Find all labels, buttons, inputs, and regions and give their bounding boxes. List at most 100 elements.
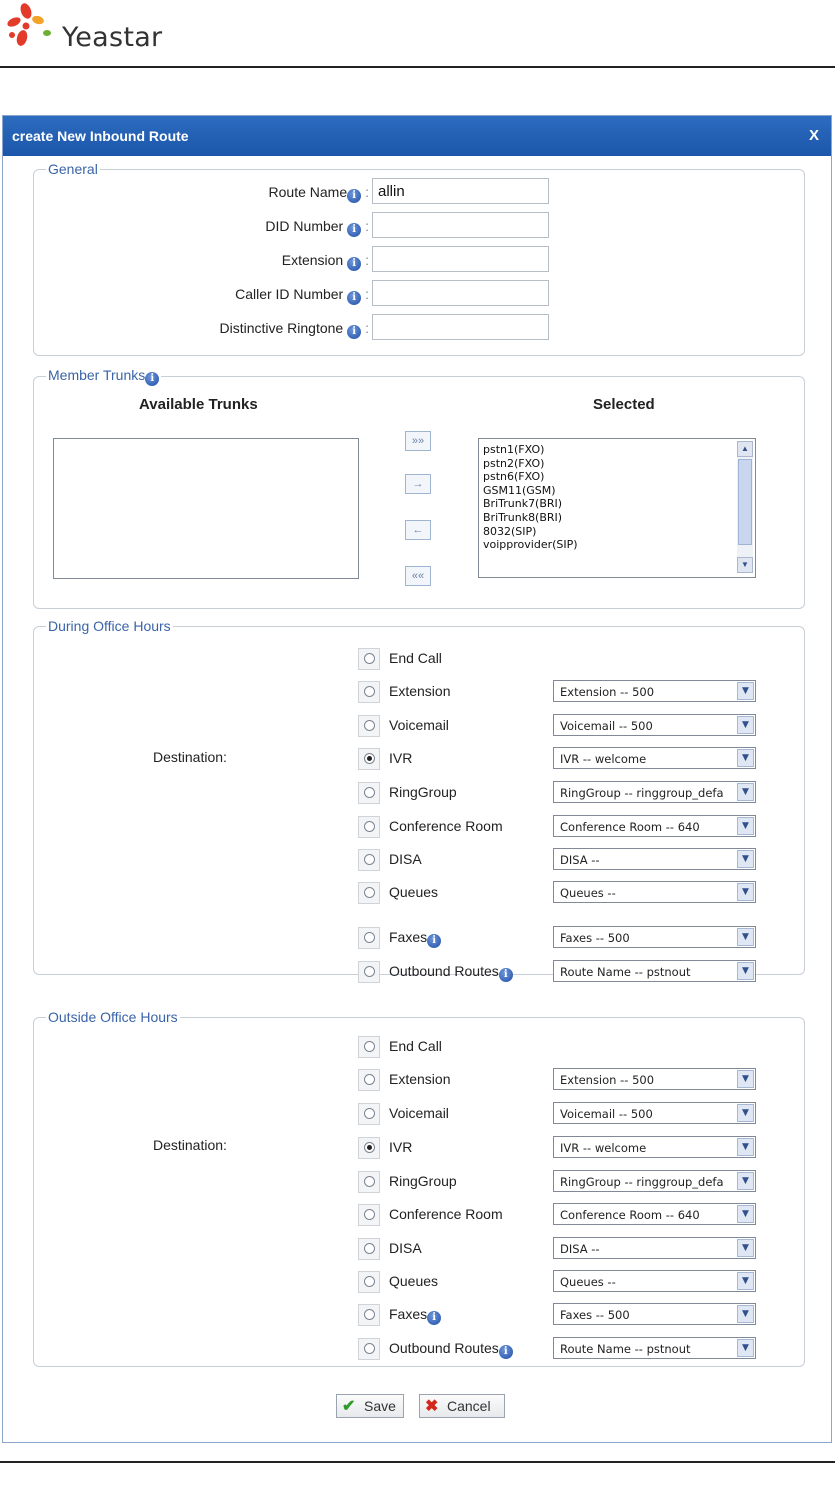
info-icon[interactable]: i <box>427 1311 442 1325</box>
trunk-item[interactable]: voipprovider(SIP) <box>483 538 578 552</box>
chevron-down-icon[interactable]: ▼ <box>737 1172 754 1190</box>
general-field-input[interactable] <box>372 178 549 204</box>
destination-select[interactable]: Conference Room -- 640 ▼ <box>553 815 756 837</box>
cancel-button[interactable]: ✖ Cancel <box>419 1394 505 1418</box>
destination-select[interactable]: Voicemail -- 500 ▼ <box>553 714 756 736</box>
radio-button[interactable] <box>364 1276 375 1287</box>
radio-button[interactable] <box>364 821 375 832</box>
chevron-down-icon[interactable]: ▼ <box>737 883 754 901</box>
destination-select[interactable]: Route Name -- pstnout ▼ <box>553 1337 756 1359</box>
scroll-thumb[interactable] <box>738 459 752 545</box>
chevron-down-icon[interactable]: ▼ <box>737 1339 754 1357</box>
destination-select[interactable]: Route Name -- pstnout ▼ <box>553 960 756 982</box>
destination-select[interactable]: Faxes -- 500 ▼ <box>553 926 756 948</box>
field-separator: : <box>365 184 369 200</box>
radio-button[interactable] <box>364 1209 375 1220</box>
chevron-down-icon[interactable]: ▼ <box>737 1104 754 1122</box>
add-all-button[interactable]: »» <box>405 431 431 451</box>
info-icon[interactable]: i <box>347 189 362 203</box>
radio-button[interactable] <box>364 787 375 798</box>
radio-button[interactable] <box>364 753 375 764</box>
remove-button[interactable]: ← <box>405 520 431 540</box>
info-icon[interactable]: i <box>498 1345 513 1359</box>
destination-select[interactable]: Faxes -- 500 ▼ <box>553 1303 756 1325</box>
destination-select[interactable]: RingGroup -- ringgroup_defa ▼ <box>553 781 756 803</box>
trunk-item[interactable]: GSM11(GSM) <box>483 484 578 498</box>
available-trunks-list[interactable] <box>53 438 359 579</box>
chevron-down-icon[interactable]: ▼ <box>737 1305 754 1323</box>
chevron-down-icon[interactable]: ▼ <box>737 682 754 700</box>
destination-select[interactable]: Queues -- ▼ <box>553 881 756 903</box>
trunk-item[interactable]: pstn6(FXO) <box>483 470 578 484</box>
destination-select[interactable]: Extension -- 500 ▼ <box>553 680 756 702</box>
selected-trunks-scrollbar[interactable]: ▲ ▼ <box>737 441 753 573</box>
chevron-down-icon[interactable]: ▼ <box>737 1138 754 1156</box>
trunk-item[interactable]: pstn1(FXO) <box>483 443 578 457</box>
destination-select[interactable]: DISA -- ▼ <box>553 848 756 870</box>
radio-cell <box>358 882 380 904</box>
info-icon[interactable]: i <box>347 325 362 339</box>
info-icon[interactable]: i <box>498 968 513 982</box>
chevron-down-icon[interactable]: ▼ <box>737 783 754 801</box>
radio-button[interactable] <box>364 720 375 731</box>
radio-button[interactable] <box>364 966 375 977</box>
destination-select[interactable]: Voicemail -- 500 ▼ <box>553 1102 756 1124</box>
add-button[interactable]: → <box>405 474 431 494</box>
close-button[interactable]: X <box>809 127 819 144</box>
trunk-item[interactable]: 8032(SIP) <box>483 525 578 539</box>
select-value: Conference Room -- 640 <box>560 1208 700 1222</box>
radio-button[interactable] <box>364 1343 375 1354</box>
general-field-input[interactable] <box>372 246 549 272</box>
general-field-input[interactable] <box>372 314 549 340</box>
radio-button[interactable] <box>364 1041 375 1052</box>
radio-button[interactable] <box>364 887 375 898</box>
chevron-down-icon[interactable]: ▼ <box>737 1205 754 1223</box>
info-icon[interactable]: i <box>427 934 442 948</box>
info-icon[interactable]: i <box>145 372 160 386</box>
option-label-text: IVR <box>389 1139 413 1155</box>
option-label: IVR <box>389 750 412 766</box>
chevron-down-icon[interactable]: ▼ <box>737 716 754 734</box>
info-icon[interactable]: i <box>347 257 362 271</box>
chevron-down-icon[interactable]: ▼ <box>737 1239 754 1257</box>
destination-select[interactable]: DISA -- ▼ <box>553 1237 756 1259</box>
option-label-text: Extension <box>389 1071 451 1087</box>
save-button[interactable]: ✔ Save <box>336 1394 404 1418</box>
radio-button[interactable] <box>364 1074 375 1085</box>
info-icon[interactable]: i <box>347 223 362 237</box>
chevron-down-icon[interactable]: ▼ <box>737 928 754 946</box>
chevron-down-icon[interactable]: ▼ <box>737 749 754 767</box>
general-field-input[interactable] <box>372 212 549 238</box>
trunk-item[interactable]: pstn2(FXO) <box>483 457 578 471</box>
chevron-down-icon[interactable]: ▼ <box>737 1070 754 1088</box>
chevron-down-icon[interactable]: ▼ <box>737 962 754 980</box>
info-icon[interactable]: i <box>347 291 362 305</box>
destination-select[interactable]: Conference Room -- 640 ▼ <box>553 1203 756 1225</box>
radio-button[interactable] <box>364 1108 375 1119</box>
scroll-down-icon[interactable]: ▼ <box>737 557 753 573</box>
trunk-item[interactable]: BriTrunk8(BRI) <box>483 511 578 525</box>
remove-all-button[interactable]: «« <box>405 566 431 586</box>
radio-button[interactable] <box>364 854 375 865</box>
radio-button[interactable] <box>364 1243 375 1254</box>
chevron-down-icon[interactable]: ▼ <box>737 850 754 868</box>
radio-button[interactable] <box>364 1142 375 1153</box>
radio-button[interactable] <box>364 1176 375 1187</box>
chevron-down-icon[interactable]: ▼ <box>737 817 754 835</box>
general-field-input[interactable] <box>372 280 549 306</box>
destination-select[interactable]: Extension -- 500 ▼ <box>553 1068 756 1090</box>
radio-button[interactable] <box>364 686 375 697</box>
selected-trunks-list[interactable]: pstn1(FXO) pstn2(FXO) pstn6(FXO) GSM11(GSM)… <box>478 438 756 578</box>
trunk-item[interactable]: BriTrunk7(BRI) <box>483 497 578 511</box>
option-label-text: Conference Room <box>389 818 503 834</box>
chevron-down-icon[interactable]: ▼ <box>737 1272 754 1290</box>
radio-button[interactable] <box>364 1309 375 1320</box>
scroll-up-icon[interactable]: ▲ <box>737 441 753 457</box>
destination-select[interactable]: RingGroup -- ringgroup_defa ▼ <box>553 1170 756 1192</box>
radio-button[interactable] <box>364 932 375 943</box>
destination-select[interactable]: Queues -- ▼ <box>553 1270 756 1292</box>
field-separator: : <box>365 286 369 302</box>
destination-select[interactable]: IVR -- welcome ▼ <box>553 1136 756 1158</box>
destination-select[interactable]: IVR -- welcome ▼ <box>553 747 756 769</box>
radio-button[interactable] <box>364 653 375 664</box>
